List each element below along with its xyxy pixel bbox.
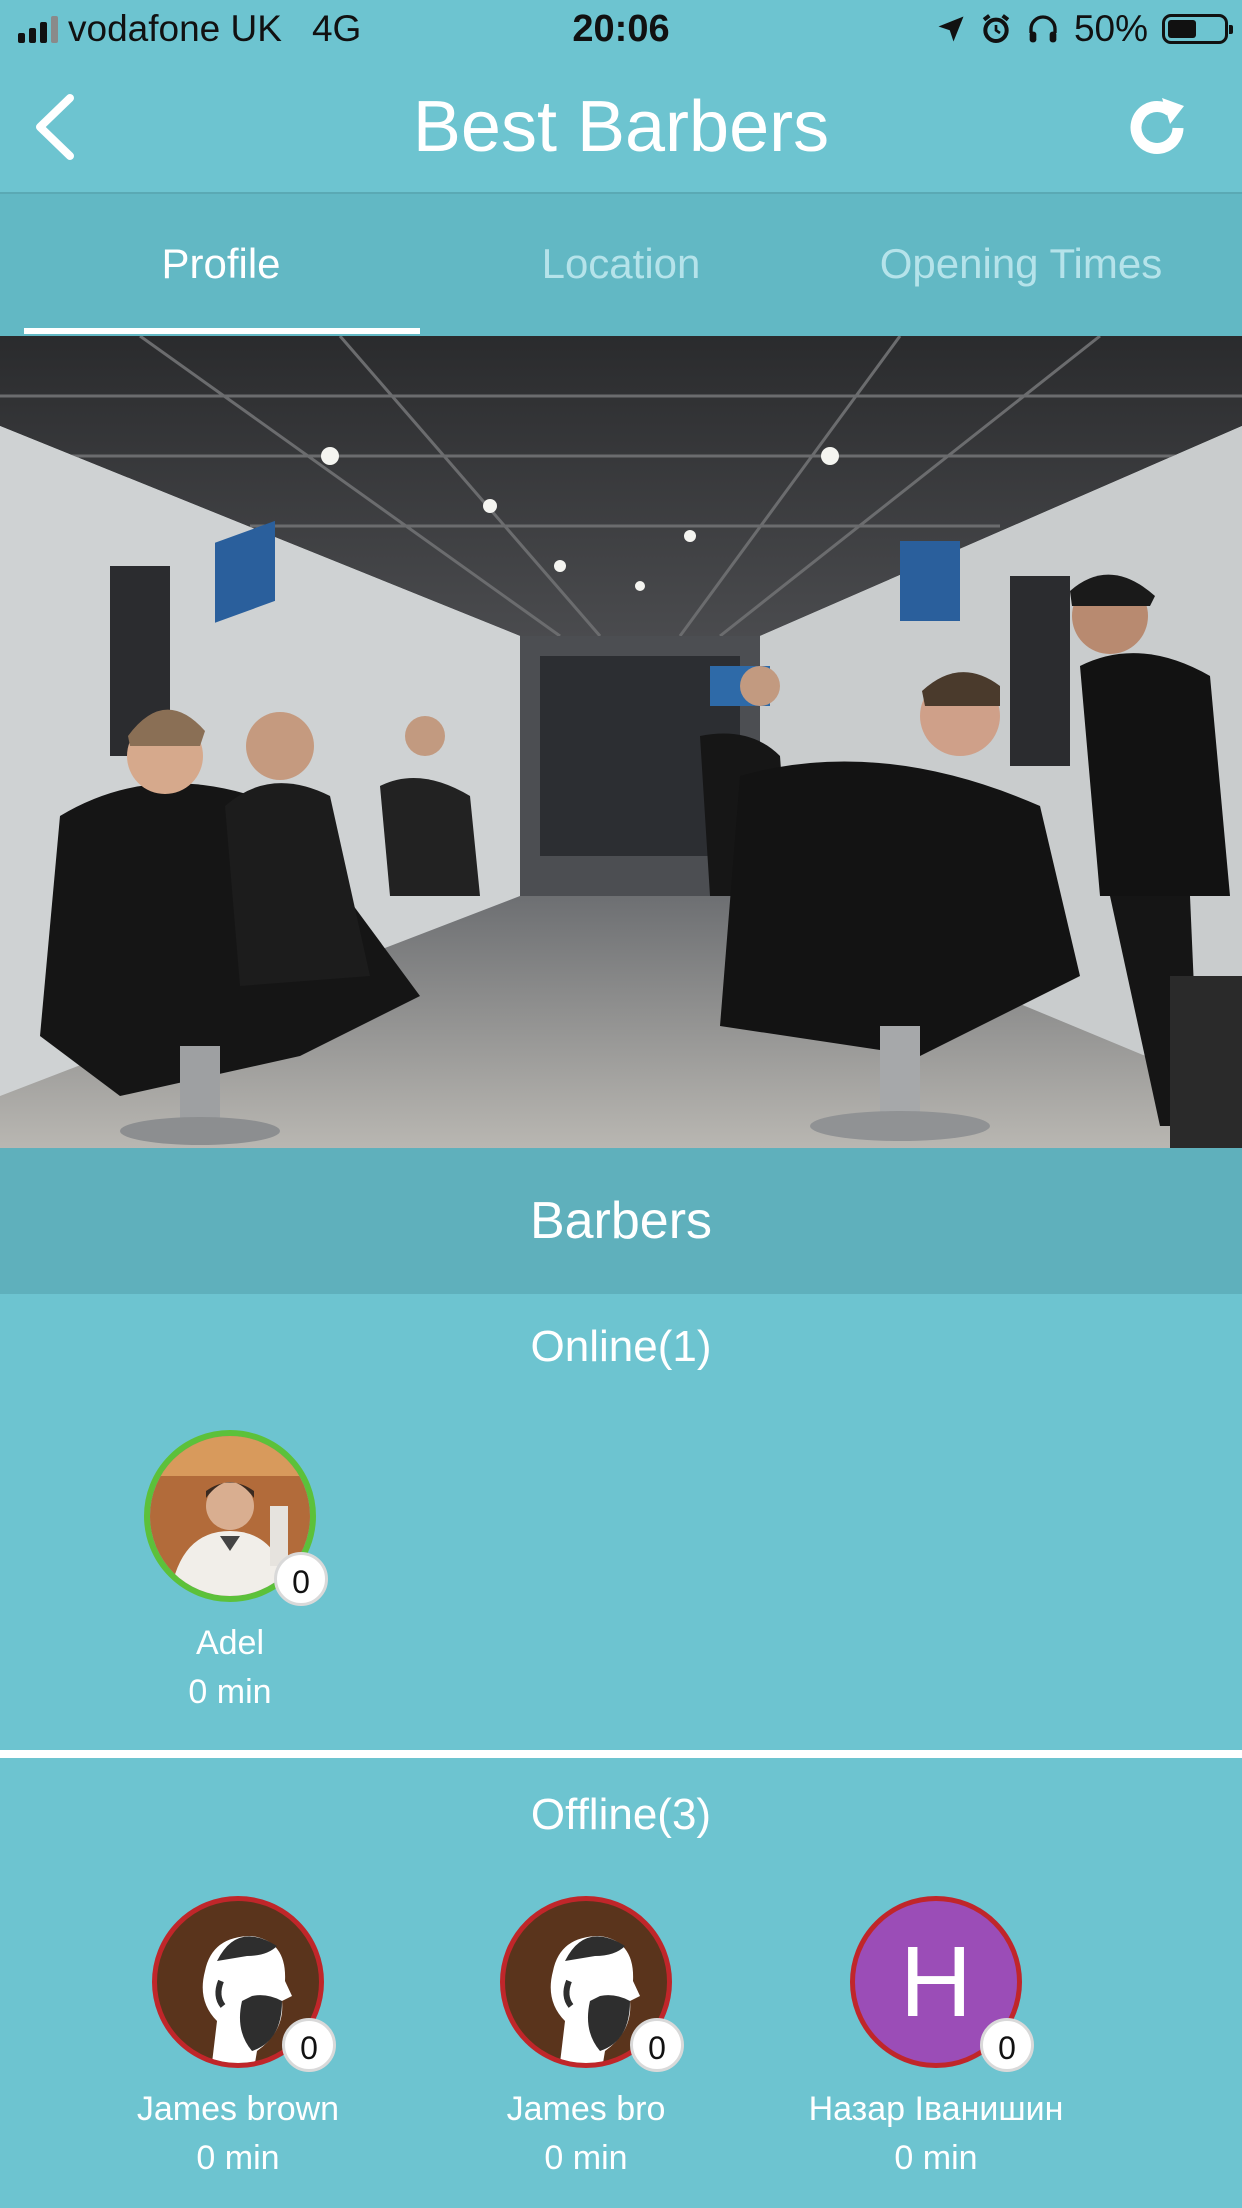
queue-count-badge: 0 xyxy=(274,1552,328,1606)
avatar[interactable]: 0 xyxy=(152,1896,336,2072)
active-tab-indicator xyxy=(24,328,420,334)
wait-time: 0 min xyxy=(544,2139,628,2177)
barber-card-offline[interactable]: H 0 Назар Іванишин 0 min xyxy=(786,1896,1086,2178)
barber-name: James bro xyxy=(506,2090,666,2128)
queue-count-badge: 0 xyxy=(630,2018,684,2072)
wait-time: 0 min xyxy=(894,2139,978,2177)
barber-card-offline[interactable]: 0 James bro 0 min xyxy=(436,1896,736,2178)
battery-percent: 50% xyxy=(1073,8,1148,49)
page-title: Best Barbers xyxy=(412,87,830,167)
queue-count-badge: 0 xyxy=(282,2018,336,2072)
avatar[interactable]: 0 xyxy=(144,1430,328,1606)
online-group-title: Online(1) xyxy=(530,1322,712,1371)
refresh-icon[interactable] xyxy=(1122,92,1192,162)
tab-location[interactable]: Location xyxy=(414,194,828,336)
tab-profile[interactable]: Profile xyxy=(14,194,428,336)
avatar[interactable]: 0 xyxy=(500,1896,684,2072)
barbers-section-header: Barbers xyxy=(0,1148,1242,1294)
battery-icon xyxy=(1162,14,1233,44)
queue-count-badge: 0 xyxy=(980,2018,1034,2072)
barber-name: Adel xyxy=(195,1624,265,1662)
location-arrow-icon xyxy=(938,16,964,42)
barber-name: James brown xyxy=(136,2090,340,2128)
tab-bar: Profile Location Opening Times xyxy=(0,194,1242,336)
avatar[interactable]: H 0 xyxy=(850,1896,1034,2072)
headphones-icon xyxy=(1029,15,1057,43)
wait-time: 0 min xyxy=(196,2139,280,2177)
tab-opening-times[interactable]: Opening Times xyxy=(814,194,1228,336)
offline-group-title: Offline(3) xyxy=(530,1790,712,1839)
alarm-icon xyxy=(982,14,1010,43)
divider xyxy=(0,1750,1242,1758)
barber-card-online[interactable]: 0 Adel 0 min xyxy=(80,1430,380,1712)
navigation-bar: Best Barbers xyxy=(0,62,1242,194)
barber-name: Назар Іванишин xyxy=(808,2090,1064,2128)
status-bar: vodafone UK 4G 20:06 50% xyxy=(0,0,1242,62)
barber-card-offline[interactable]: 0 James brown 0 min xyxy=(88,1896,388,2178)
shop-photo xyxy=(0,336,1242,1148)
wait-time: 0 min xyxy=(188,1673,272,1711)
